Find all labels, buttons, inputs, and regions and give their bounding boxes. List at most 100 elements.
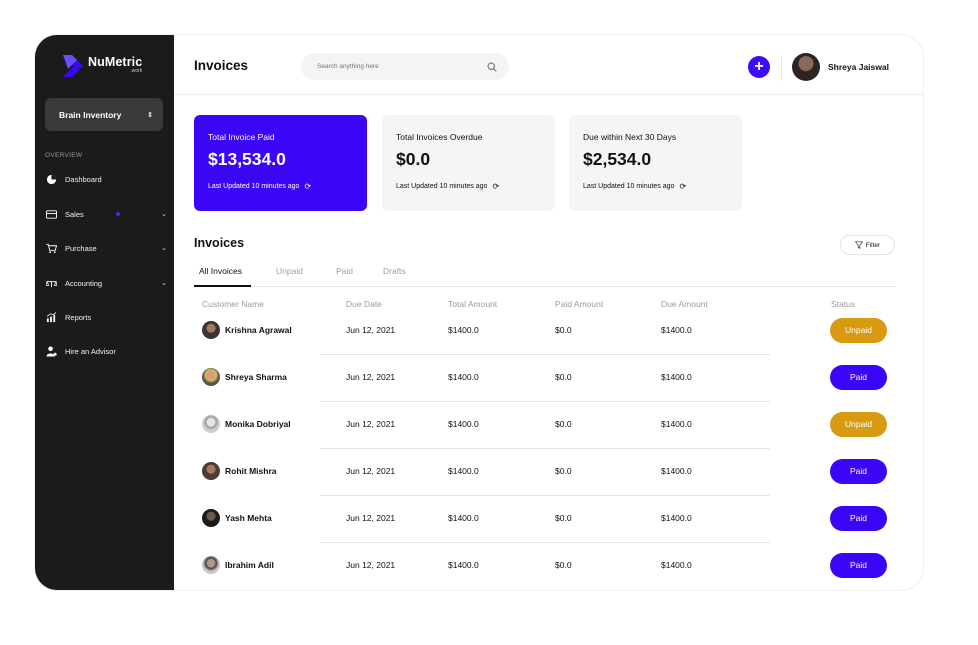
tab-paid[interactable]: Paid — [336, 266, 353, 276]
card-icon — [45, 208, 57, 220]
workspace-selector[interactable]: Brain Inventory ⇕ — [45, 98, 163, 131]
filter-button[interactable]: Filter — [840, 235, 895, 255]
paid-amount: $0.0 — [555, 325, 572, 335]
notification-dot — [116, 212, 120, 216]
table-row[interactable]: Ibrahim Adil Jun 12, 2021 $1400.0 $0.0 $… — [194, 542, 895, 589]
status-badge[interactable]: Paid — [830, 506, 887, 531]
card-updated: Last Updated 10 minutes ago — [396, 183, 488, 190]
paid-amount: $0.0 — [555, 466, 572, 476]
sidebar-item-purchase[interactable]: Purchase ⌄ — [45, 238, 167, 258]
status-badge[interactable]: Paid — [830, 459, 887, 484]
avatar — [202, 321, 220, 339]
total-amount: $1400.0 — [448, 372, 479, 382]
total-amount: $1400.0 — [448, 513, 479, 523]
due-date: Jun 12, 2021 — [346, 325, 396, 335]
logo[interactable]: NuMetric .work — [63, 55, 142, 77]
customer-name: Rohit Mishra — [225, 466, 277, 476]
updown-chevron-icon: ⇕ — [147, 111, 153, 119]
card-title: Total Invoices Overdue — [396, 132, 483, 142]
chevron-down-icon: ⌄ — [161, 245, 167, 252]
status-badge[interactable]: Unpaid — [830, 412, 887, 437]
sidebar-item-reports[interactable]: Reports — [45, 307, 167, 327]
due-date: Jun 12, 2021 — [346, 513, 396, 523]
card-amount: $0.0 — [396, 149, 431, 169]
user-avatar[interactable] — [792, 53, 820, 81]
person-icon — [45, 345, 57, 357]
plus-icon: + — [754, 58, 764, 75]
status-badge[interactable]: Paid — [830, 365, 887, 390]
due-amount: $1400.0 — [661, 466, 692, 476]
summary-card-overdue[interactable]: Total Invoices Overdue $0.0 Last Updated… — [382, 115, 555, 211]
sidebar-item-sales[interactable]: Sales ⌄ — [45, 204, 167, 224]
avatar — [202, 368, 220, 386]
card-amount: $13,534.0 — [208, 149, 286, 169]
avatar — [202, 462, 220, 480]
customer-name: Monika Dobriyal — [225, 419, 291, 429]
table-row[interactable]: Yash Mehta Jun 12, 2021 $1400.0 $0.0 $14… — [194, 495, 895, 543]
card-updated: Last Updated 10 minutes ago — [583, 183, 675, 190]
active-tab-underline — [194, 285, 251, 287]
scale-icon — [45, 277, 57, 289]
due-amount: $1400.0 — [661, 513, 692, 523]
pie-chart-icon — [45, 173, 57, 185]
total-amount: $1400.0 — [448, 325, 479, 335]
search-bar[interactable] — [301, 53, 509, 80]
tab-drafts[interactable]: Drafts — [383, 266, 406, 276]
due-date: Jun 12, 2021 — [346, 372, 396, 382]
sidebar-item-accounting[interactable]: Accounting ⌄ — [45, 273, 167, 293]
summary-card-total-paid[interactable]: Total Invoice Paid $13,534.0 Last Update… — [194, 115, 367, 211]
section-label-overview: OVERVIEW — [45, 152, 83, 159]
table-row[interactable]: Shreya Sharma Jun 12, 2021 $1400.0 $0.0 … — [194, 354, 895, 402]
sidebar: NuMetric .work Brain Inventory ⇕ OVERVIE… — [35, 35, 174, 590]
table-row[interactable]: Krishna Agrawal Jun 12, 2021 $1400.0 $0.… — [194, 307, 895, 355]
paid-amount: $0.0 — [555, 419, 572, 429]
chevron-down-icon: ⌄ — [161, 211, 167, 218]
tab-unpaid[interactable]: Unpaid — [276, 266, 303, 276]
card-amount: $2,534.0 — [583, 149, 652, 169]
app-window: NuMetric .work Brain Inventory ⇕ OVERVIE… — [35, 35, 923, 590]
customer-name: Yash Mehta — [225, 513, 272, 523]
refresh-icon[interactable]: ⟳ — [679, 182, 686, 191]
card-title: Due within Next 30 Days — [583, 132, 677, 142]
total-amount: $1400.0 — [448, 560, 479, 570]
paid-amount: $0.0 — [555, 513, 572, 523]
sidebar-item-label: Purchase — [65, 243, 97, 253]
total-amount: $1400.0 — [448, 466, 479, 476]
customer-name: Shreya Sharma — [225, 372, 287, 382]
chart-icon — [45, 311, 57, 323]
add-button[interactable]: + — [748, 56, 770, 78]
search-icon[interactable] — [487, 61, 497, 72]
card-updated: Last Updated 10 minutes ago — [208, 183, 300, 190]
table-row[interactable]: Monika Dobriyal Jun 12, 2021 $1400.0 $0.… — [194, 401, 895, 449]
sidebar-item-label: Hire an Advisor — [65, 346, 116, 356]
sidebar-item-label: Dashboard — [65, 174, 102, 184]
tab-all-invoices[interactable]: All Invoices — [199, 266, 242, 276]
search-input[interactable] — [315, 62, 487, 71]
user-name[interactable]: Shreya Jaiswal — [828, 62, 889, 72]
card-title: Total Invoice Paid — [208, 132, 275, 142]
header-divider — [781, 55, 782, 81]
status-badge[interactable]: Paid — [830, 553, 887, 578]
brand-name: NuMetric — [88, 55, 143, 69]
refresh-icon[interactable]: ⟳ — [304, 182, 311, 191]
sidebar-item-label: Accounting — [65, 278, 103, 288]
status-badge[interactable]: Unpaid — [830, 318, 887, 343]
paid-amount: $0.0 — [555, 372, 572, 382]
workspace-name: Brain Inventory — [59, 109, 122, 120]
refresh-icon[interactable]: ⟳ — [492, 182, 499, 191]
total-amount: $1400.0 — [448, 419, 479, 429]
due-amount: $1400.0 — [661, 560, 692, 570]
avatar — [202, 556, 220, 574]
sidebar-item-hire-advisor[interactable]: Hire an Advisor — [45, 341, 167, 361]
avatar — [202, 509, 220, 527]
cart-icon — [45, 242, 57, 254]
paid-amount: $0.0 — [555, 560, 572, 570]
sidebar-item-label: Sales — [65, 209, 84, 219]
invoice-tabs: All Invoices Unpaid Paid Drafts — [194, 263, 895, 287]
due-amount: $1400.0 — [661, 419, 692, 429]
summary-card-due-30-days[interactable]: Due within Next 30 Days $2,534.0 Last Up… — [569, 115, 742, 211]
logo-icon — [63, 55, 83, 77]
table-row[interactable]: Rohit Mishra Jun 12, 2021 $1400.0 $0.0 $… — [194, 448, 895, 496]
page-title: Invoices — [194, 58, 249, 73]
sidebar-item-dashboard[interactable]: Dashboard — [45, 169, 167, 189]
